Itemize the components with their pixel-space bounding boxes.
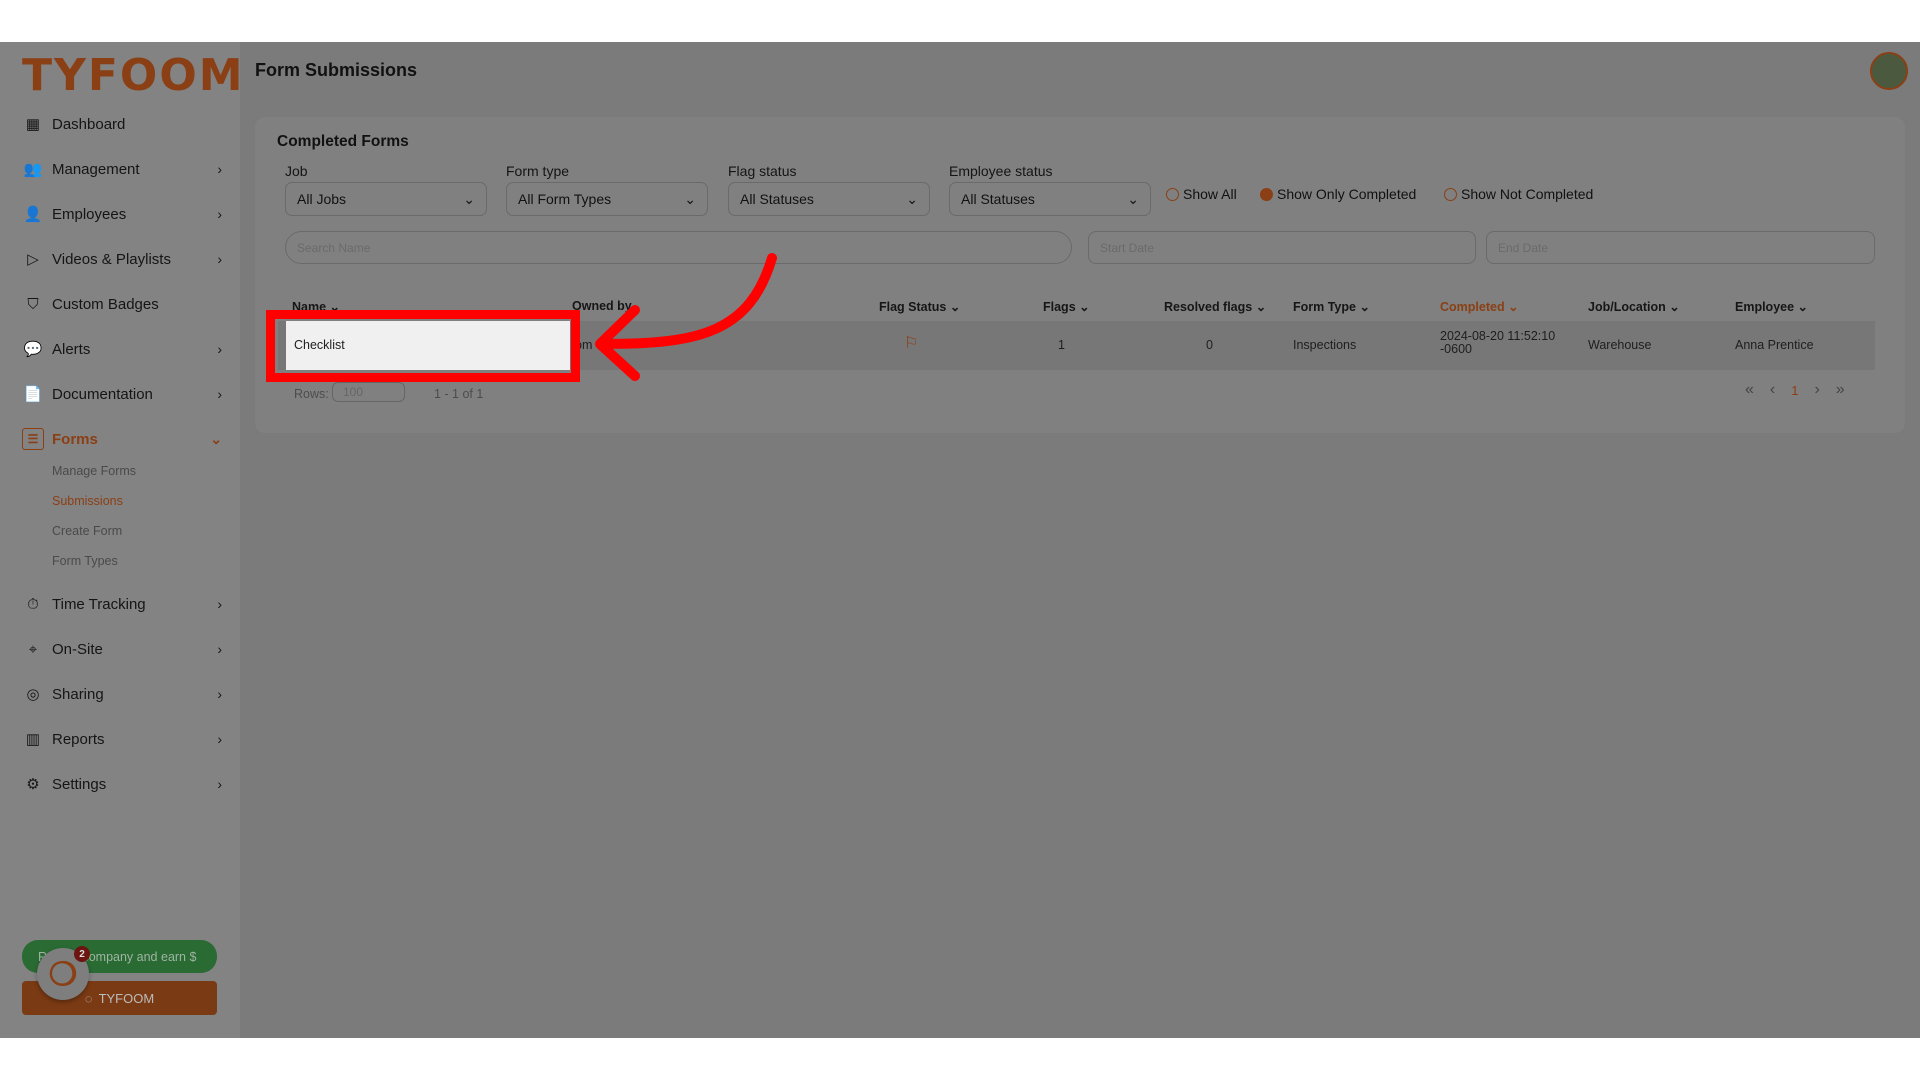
- red-arrow-annotation: [595, 253, 777, 381]
- app: TYFOOM ▦ Dashboard 👥 Management › 👤 Employee…: [0, 42, 1920, 1038]
